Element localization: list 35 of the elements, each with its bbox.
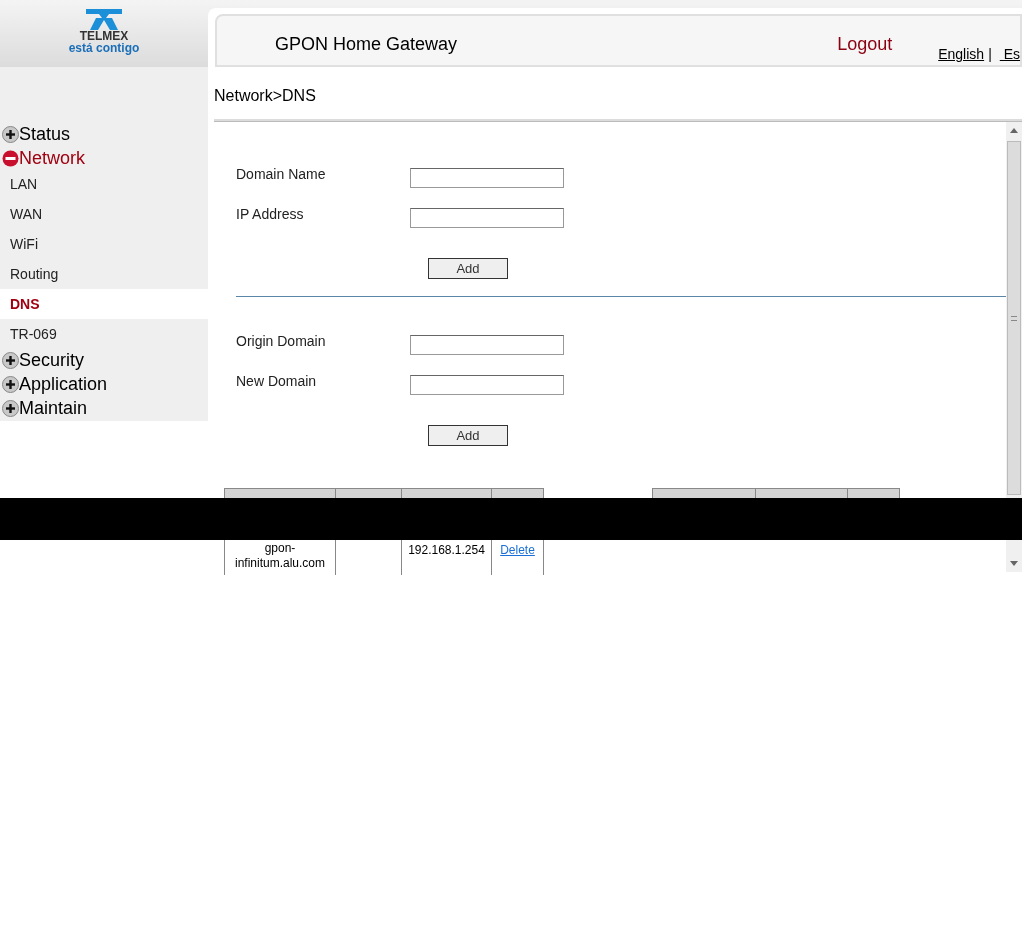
language-link[interactable]: Es [999, 44, 1020, 65]
input-field[interactable] [410, 208, 564, 228]
delete-link[interactable]: Delete [500, 543, 535, 557]
logout-link[interactable]: Logout [837, 31, 893, 58]
minus-icon[interactable] [2, 149, 19, 167]
page-title: GPON Home Gateway [275, 33, 458, 56]
scroll-up-icon[interactable] [1010, 128, 1018, 133]
plus-icon[interactable] [2, 376, 19, 394]
field-label: Domain Name [236, 164, 327, 184]
input-field[interactable] [410, 168, 564, 188]
logo-icon [84, 8, 124, 30]
field-label: New Domain [236, 371, 318, 391]
plus-icon[interactable] [2, 400, 19, 418]
submenu-item[interactable]: WAN [0, 199, 208, 230]
submenu-item[interactable]: Routing [0, 259, 208, 290]
field-label: IP Address [236, 204, 305, 224]
scrollbar[interactable] [1006, 122, 1022, 572]
input-field[interactable] [410, 375, 564, 395]
separator: | [988, 45, 992, 64]
plus-icon[interactable] [2, 125, 19, 143]
submenu-item[interactable]: LAN [0, 170, 208, 200]
language-link[interactable]: English [938, 44, 985, 65]
submenu-item[interactable]: WiFi [0, 229, 208, 260]
add-button[interactable]: Add [428, 425, 508, 446]
submenu-item[interactable]: TR-069 [0, 319, 208, 349]
field-label: Origin Domain [236, 331, 327, 351]
submenu-item[interactable]: DNS [0, 289, 208, 320]
plus-icon[interactable] [2, 352, 19, 370]
scroll-down-icon[interactable] [1010, 561, 1018, 566]
add-button[interactable]: Add [428, 258, 508, 279]
brand-name: TELMEX [79, 30, 129, 42]
scroll-thumb[interactable] [1007, 141, 1021, 495]
input-field[interactable] [410, 335, 564, 355]
breadcrumb: Network>DNS [214, 86, 317, 106]
brand-tagline: está contigo [68, 42, 140, 54]
